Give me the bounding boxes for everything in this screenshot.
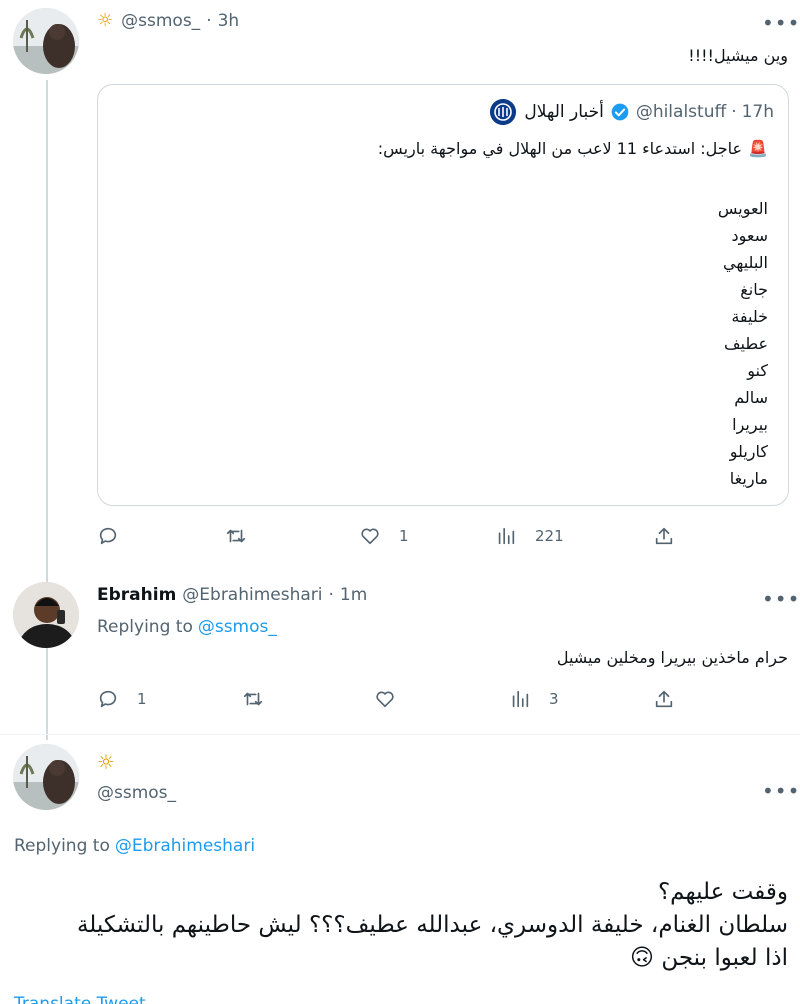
replying-to-link[interactable]: @Ebrahimeshari	[115, 836, 255, 856]
author-handle[interactable]: @ssmos_	[121, 11, 200, 31]
like-count: 1	[399, 527, 409, 545]
player-name: عطيف	[723, 334, 768, 353]
player-name: جانغ	[740, 280, 768, 299]
tweet-3-line-3-text: اذا لعبوا بنجن	[661, 945, 788, 971]
player-name: ماريغا	[729, 469, 768, 488]
tweet-3-line-1: وقفت عليهم؟	[657, 879, 788, 905]
upside-down-face-emoji: 🙃	[630, 945, 655, 971]
separator-dot: ·	[328, 585, 334, 605]
retweet-icon	[226, 529, 246, 543]
retweet-icon	[243, 692, 263, 706]
tweet-3-body: وقفت عليهم؟ سلطان الغنام، خليفة الدوسري،…	[8, 876, 788, 975]
author-handle[interactable]: @Ebrahimeshari	[182, 585, 322, 605]
replying-to-link[interactable]: @ssmos_	[198, 617, 277, 637]
like-button[interactable]: 1	[359, 525, 409, 547]
player-name: العويس	[717, 199, 768, 218]
player-name: خليفة	[731, 307, 768, 326]
author-name[interactable]: Ebrahim	[97, 585, 176, 605]
quoted-tweet-header: 17h · @hilalstuff أخبار الهلال	[490, 99, 774, 125]
separator-dot: ·	[206, 10, 212, 31]
tweet-3-line-2: سلطان الغنام، خليفة الدوسري، عبدالله عطي…	[76, 912, 788, 938]
view-count: 3	[549, 690, 559, 708]
views-button[interactable]: 3	[509, 688, 559, 710]
tweet-1-header: ☼ @ssmos_ · 3h	[97, 10, 239, 31]
tweet-2-header: Ebrahim @Ebrahimeshari · 1m	[97, 585, 367, 605]
tweet-3-line-3: اذا لعبوا بنجن 🙃	[8, 942, 788, 975]
avatar-image	[13, 582, 79, 648]
quote-dot: ·	[731, 102, 737, 122]
players-list: العويس سعود البليهي جانغ خليفة عطيف كنو سالم بير…	[718, 195, 768, 492]
reply-icon	[99, 527, 117, 545]
quoted-tweet-card[interactable]: 17h · @hilalstuff أخبار الهلال 🚨 عاجل: ا…	[97, 84, 789, 506]
player-name: كنو	[747, 361, 768, 380]
views-icon	[498, 527, 515, 545]
more-icon[interactable]: •••	[762, 589, 800, 609]
share-icon	[655, 527, 673, 545]
retweet-button[interactable]	[242, 688, 282, 710]
avatar-image	[13, 8, 79, 74]
quote-headline-row: 🚨 عاجل: استدعاء 11 لاعب من الهلال في موا…	[378, 139, 768, 158]
share-button[interactable]	[653, 525, 675, 547]
timestamp[interactable]: 1m	[340, 585, 367, 605]
replying-to-line: Replying to @ssmos_	[97, 617, 277, 637]
avatar-ssmos[interactable]	[13, 8, 79, 74]
verified-badge-icon	[610, 102, 630, 122]
player-name: البليهي	[723, 253, 768, 272]
tweet-1-text: وين ميشيل!!!!	[688, 46, 788, 65]
replying-to-label: Replying to	[14, 836, 110, 856]
player-name: سعود	[731, 226, 768, 245]
player-name: بيريرا	[732, 415, 768, 434]
like-button[interactable]	[374, 688, 414, 710]
quote-handle[interactable]: @hilalstuff	[636, 102, 726, 122]
avatar-image	[13, 744, 79, 810]
like-icon	[361, 528, 379, 545]
player-name: كاريلو	[729, 442, 768, 461]
like-icon	[376, 691, 394, 708]
author-handle[interactable]: @ssmos_	[97, 783, 176, 803]
timestamp[interactable]: 3h	[218, 11, 240, 31]
quote-avatar[interactable]	[490, 99, 517, 125]
alert-emoji: 🚨	[748, 139, 768, 158]
replying-to-line: Replying to @Ebrahimeshari	[14, 836, 255, 856]
more-icon[interactable]: •••	[762, 13, 800, 33]
avatar-ebrahim[interactable]	[13, 582, 79, 648]
tweet-2-actions: 1 3	[97, 688, 787, 718]
player-name: سالم	[734, 388, 768, 407]
quote-author-name[interactable]: أخبار الهلال	[524, 102, 603, 122]
tweet-1-actions: 1 221	[97, 525, 787, 555]
share-button[interactable]	[653, 688, 675, 710]
reply-button[interactable]: 1	[97, 688, 147, 710]
divider	[0, 734, 800, 735]
reply-count: 1	[137, 690, 147, 708]
author-name[interactable]: ☼	[97, 10, 113, 31]
tweet-2-text: حرام ماخذين بيريرا ومخلين ميشيل	[556, 648, 788, 667]
reply-icon	[99, 690, 117, 708]
reply-button[interactable]	[97, 525, 137, 547]
replying-to-label: Replying to	[97, 617, 193, 637]
retweet-button[interactable]	[225, 525, 265, 547]
views-icon	[512, 690, 529, 708]
quote-headline: عاجل: استدعاء 11 لاعب من الهلال في مواجه…	[377, 139, 743, 158]
share-icon	[655, 690, 673, 708]
views-button[interactable]: 221	[495, 525, 564, 547]
translate-tweet-link[interactable]: Translate Tweet	[14, 994, 146, 1004]
author-name[interactable]: ☼	[97, 750, 115, 774]
avatar-ssmos[interactable]	[13, 744, 79, 810]
quote-time[interactable]: 17h	[742, 102, 774, 122]
more-icon[interactable]: •••	[762, 781, 800, 801]
view-count: 221	[535, 527, 564, 545]
